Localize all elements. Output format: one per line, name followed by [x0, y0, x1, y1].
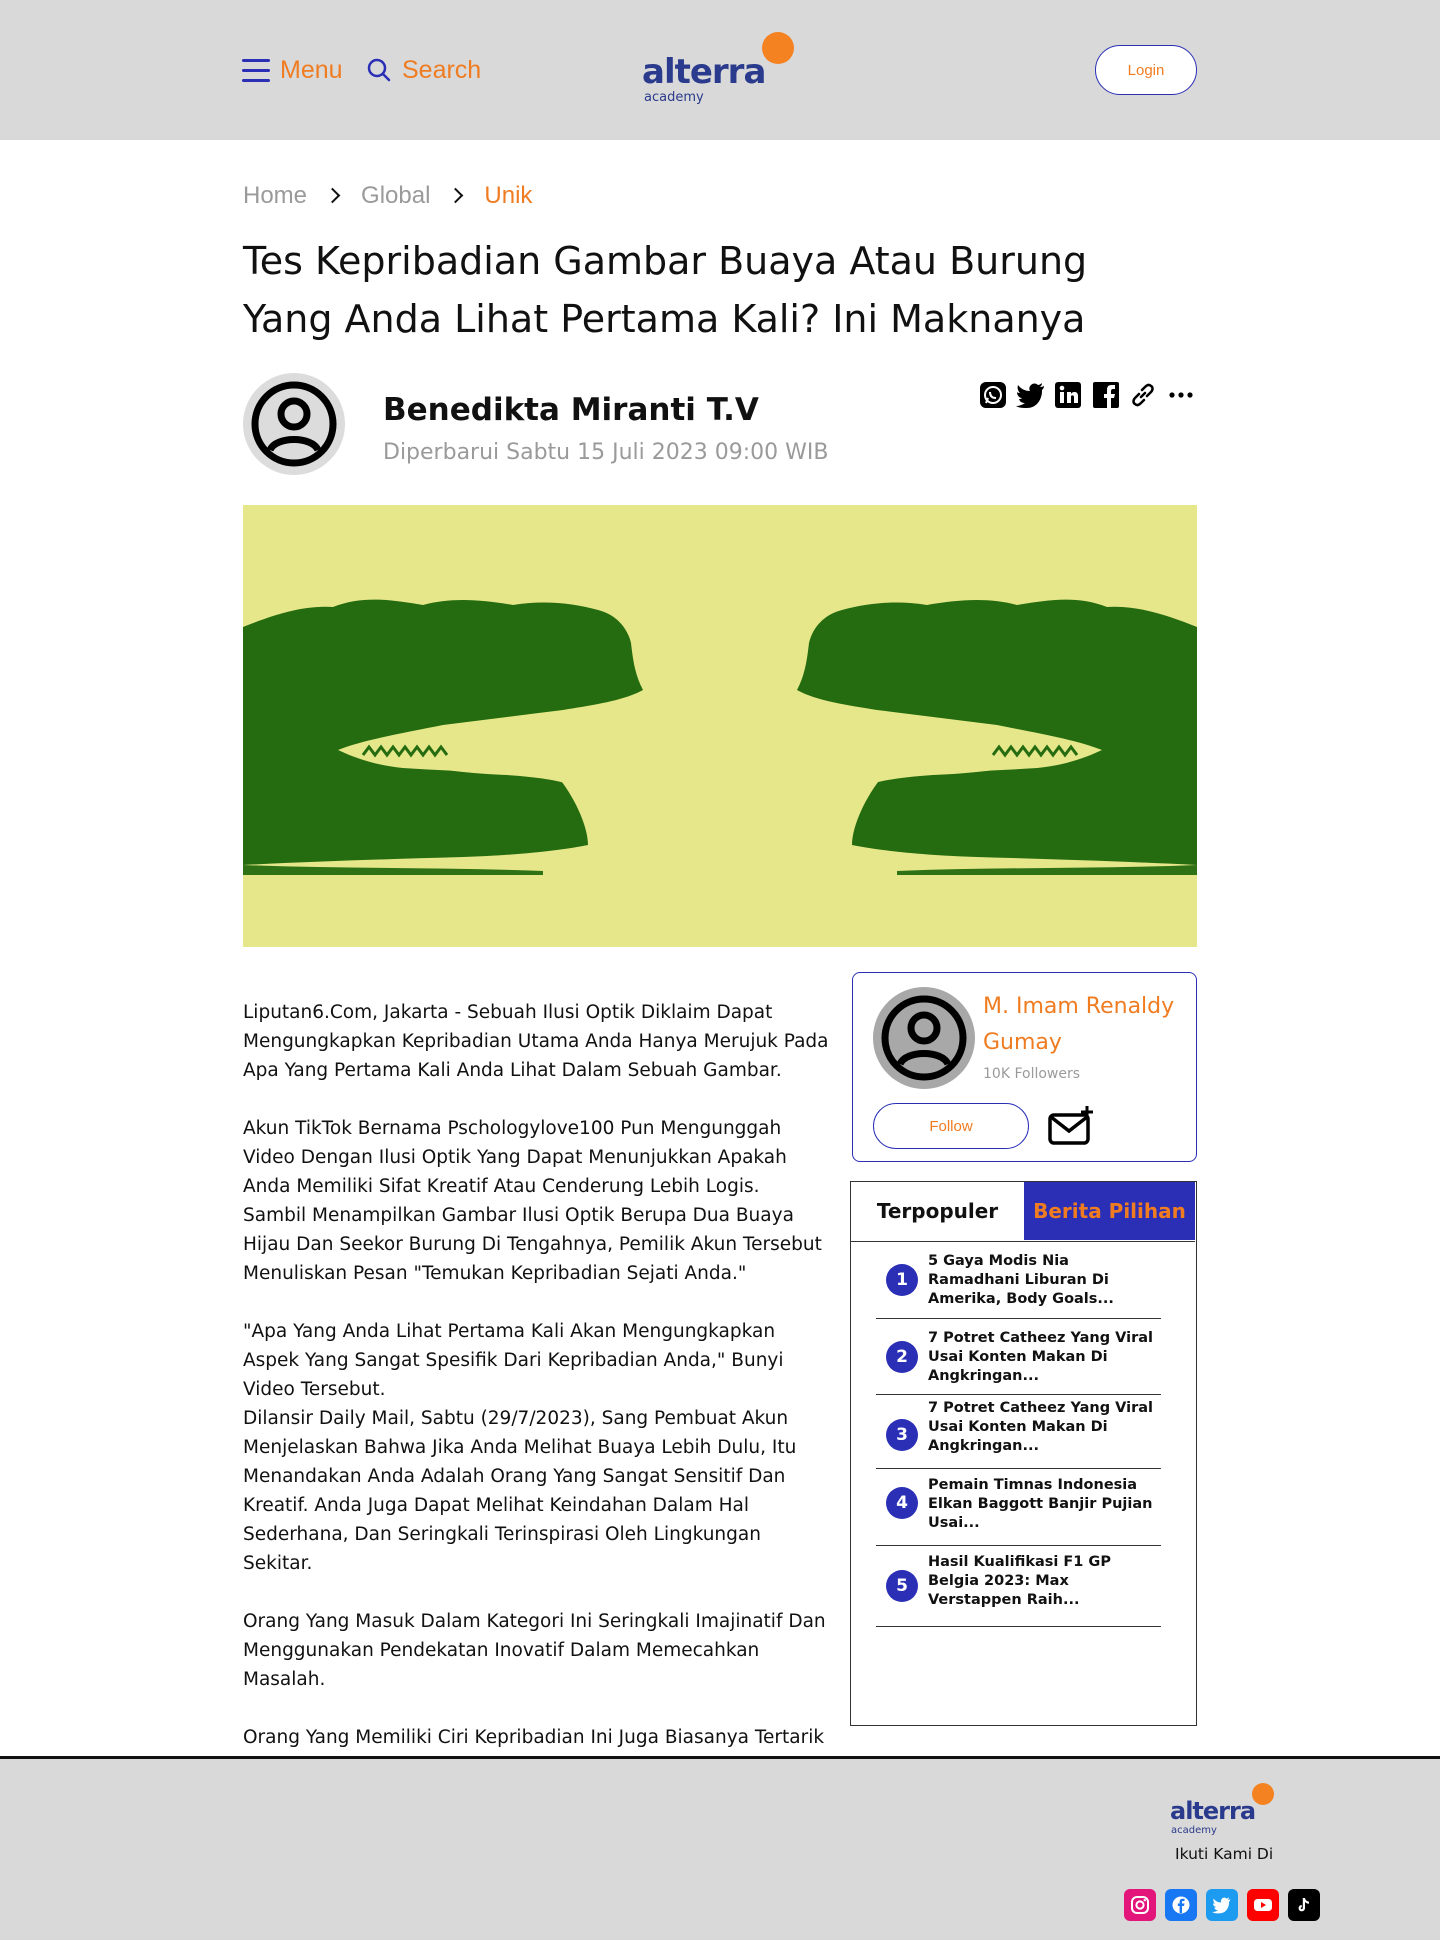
rank-badge: 3 [886, 1419, 918, 1451]
card-author-name[interactable]: M. Imam Renaldy Gumay [983, 989, 1183, 1061]
updated-date: Diperbarui Sabtu 15 Juli 2023 09:00 WIB [383, 440, 829, 465]
crocodile-bird-illusion-image [243, 505, 1197, 947]
popular-widget: Terpopuler Berita Pilihan 1 5 Gaya Modis… [850, 1181, 1197, 1726]
subscribe-mail-button[interactable] [1047, 1105, 1095, 1147]
popular-item[interactable]: 1 5 Gaya Modis Nia Ramadhani Liburan Di … [876, 1244, 1161, 1319]
rank-badge: 2 [886, 1341, 918, 1373]
chevron-right-icon [319, 186, 349, 206]
popular-item-title: Pemain Timnas Indonesia Elkan Baggott Ba… [928, 1477, 1153, 1531]
popular-item-title: 7 Potret Catheez Yang Viral Usai Konten … [928, 1330, 1154, 1384]
logo-wordmark: alterra [1170, 1797, 1256, 1825]
article-paragraph: Liputan6.Com, Jakarta - Sebuah Ilusi Opt… [243, 1002, 829, 1081]
site-header: Menu Search alterra academy Login [0, 0, 1440, 140]
article-paragraph: Akun TikTok Bernama Pschologylove100 Pun… [243, 1118, 787, 1197]
more-icon[interactable] [1166, 380, 1196, 410]
logo-subtitle: academy [644, 90, 704, 105]
card-avatar[interactable] [873, 987, 975, 1089]
whatsapp-icon[interactable] [978, 380, 1008, 410]
rank-badge: 4 [886, 1487, 918, 1519]
linkedin-icon[interactable] [1053, 380, 1083, 410]
popular-item[interactable]: 4 Pemain Timnas Indonesia Elkan Baggott … [876, 1469, 1161, 1546]
article-paragraph: Dilansir Daily Mail, Sabtu (29/7/2023), … [243, 1408, 797, 1574]
mail-plus-icon [1048, 1106, 1093, 1145]
search-icon [367, 58, 391, 82]
logo-wordmark: alterra [642, 52, 766, 92]
author-avatar[interactable] [243, 373, 345, 475]
instagram-icon[interactable] [1124, 1889, 1156, 1921]
facebook-icon[interactable] [1091, 380, 1121, 410]
popular-item-title: Hasil Kualifikasi F1 GP Belgia 2023: Max… [928, 1554, 1111, 1608]
article-paragraph: Sambil Menampilkan Gambar Ilusi Optik Be… [243, 1205, 822, 1284]
breadcrumb: Home Global Unik [243, 178, 532, 214]
user-icon [881, 995, 967, 1081]
chevron-right-icon [442, 186, 472, 206]
tiktok-icon[interactable] [1288, 1889, 1320, 1921]
twitter-icon[interactable] [1015, 380, 1046, 410]
tab-terpopuler[interactable]: Terpopuler [851, 1182, 1024, 1240]
search-button[interactable]: Search [366, 52, 481, 88]
site-footer: alterra academy Ikuti Kami Di [0, 1756, 1440, 1940]
search-label: Search [402, 55, 482, 84]
twitter-icon[interactable] [1206, 1889, 1238, 1921]
popular-item-title: 7 Potret Catheez Yang Viral Usai Konten … [928, 1400, 1154, 1454]
social-links [1124, 1889, 1329, 1921]
youtube-icon[interactable] [1247, 1889, 1279, 1921]
menu-button[interactable]: Menu [242, 52, 343, 88]
login-button[interactable]: Login [1095, 45, 1197, 95]
rank-badge: 5 [886, 1570, 918, 1602]
link-icon[interactable] [1128, 380, 1158, 410]
footer-logo[interactable]: alterra academy [1170, 1783, 1280, 1843]
breadcrumb-global[interactable]: Global [361, 182, 430, 210]
article-paragraph: "Apa Yang Anda Lihat Pertama Kali Akan M… [243, 1321, 784, 1400]
share-bar [978, 380, 1203, 410]
menu-label: Menu [280, 55, 343, 84]
facebook-icon[interactable] [1165, 1889, 1197, 1921]
popular-item[interactable]: 5 Hasil Kualifikasi F1 GP Belgia 2023: M… [876, 1546, 1161, 1627]
user-icon [251, 381, 337, 467]
article-paragraph: Orang Yang Masuk Dalam Kategori Ini Seri… [243, 1611, 826, 1690]
article-body: Liputan6.Com, Jakarta - Sebuah Ilusi Opt… [243, 998, 831, 1781]
popular-item-title: 5 Gaya Modis Nia Ramadhani Liburan Di Am… [928, 1253, 1114, 1307]
logo-subtitle: academy [1171, 1825, 1217, 1836]
breadcrumb-unik[interactable]: Unik [484, 182, 532, 210]
popular-item[interactable]: 3 7 Potret Catheez Yang Viral Usai Konte… [876, 1395, 1161, 1469]
follow-button[interactable]: Follow [873, 1103, 1029, 1149]
author-name[interactable]: Benedikta Miranti T.V [383, 392, 759, 428]
hero-image [243, 505, 1197, 947]
breadcrumb-home[interactable]: Home [243, 182, 307, 210]
followers-count: 10K Followers [983, 1066, 1081, 1082]
logo-dot [762, 32, 794, 64]
follow-us-label: Ikuti Kami Di [1175, 1845, 1274, 1863]
logo-dot [1252, 1783, 1274, 1805]
tab-berita-pilihan[interactable]: Berita Pilihan [1024, 1182, 1195, 1240]
article-title: Tes Kepribadian Gambar Buaya Atau Burung… [243, 239, 1088, 341]
author-card: M. Imam Renaldy Gumay 10K Followers Foll… [852, 972, 1197, 1162]
rank-badge: 1 [886, 1264, 918, 1296]
alterra-logo[interactable]: alterra academy [642, 30, 802, 110]
popular-item[interactable]: 2 7 Potret Catheez Yang Viral Usai Konte… [876, 1319, 1161, 1395]
hamburger-icon [242, 56, 270, 84]
popular-tabs: Terpopuler Berita Pilihan [851, 1182, 1195, 1242]
